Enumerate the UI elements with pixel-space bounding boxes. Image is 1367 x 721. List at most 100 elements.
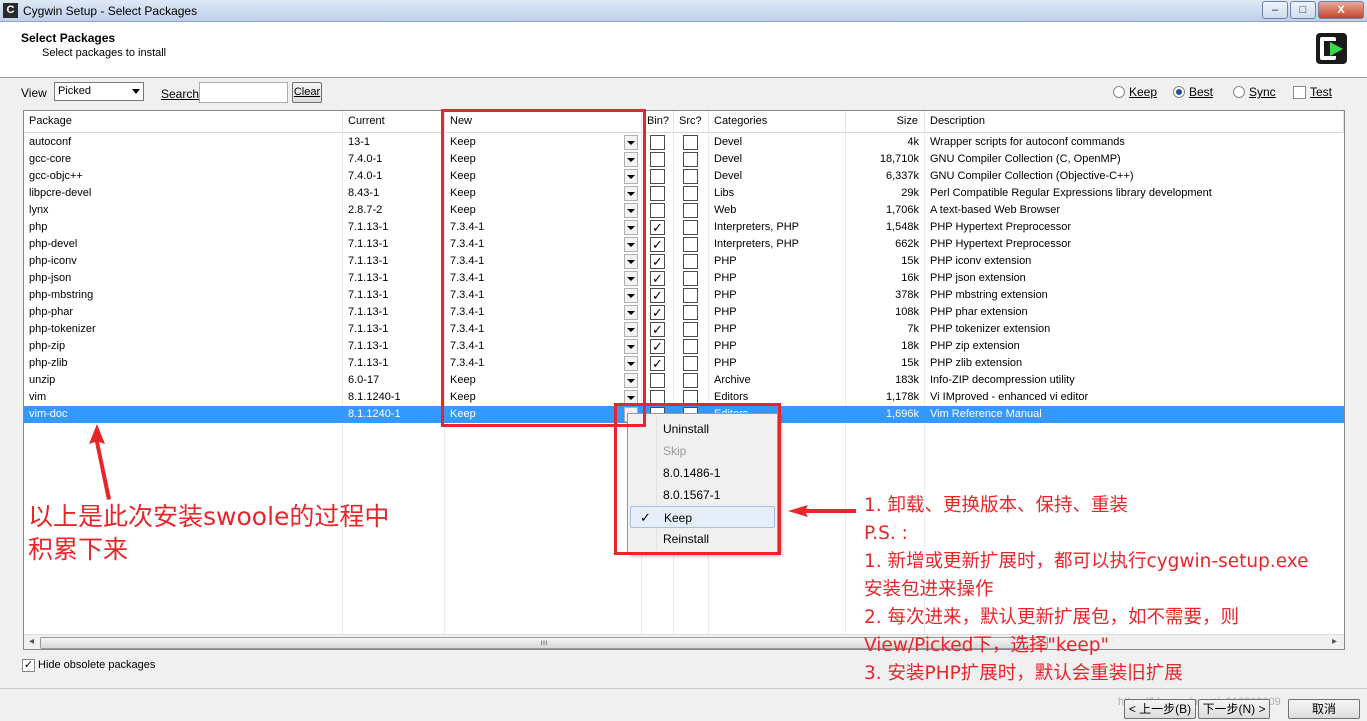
cell-current: 7.1.13-1: [348, 340, 389, 352]
cell-categories: Interpreters, PHP: [714, 238, 799, 250]
bin-checkbox[interactable]: ✓: [650, 220, 665, 235]
cell-size: 662k: [895, 238, 919, 250]
src-checkbox[interactable]: [683, 169, 698, 184]
src-checkbox[interactable]: [683, 288, 698, 303]
back-button[interactable]: < 上一步(B): [1124, 699, 1196, 719]
bin-checkbox[interactable]: ✓: [650, 271, 665, 286]
table-row[interactable]: php-zip 7.1.13-1 7.3.4-1 PHP 18k PHP zip exte…: [24, 338, 1344, 355]
bin-checkbox[interactable]: ✓: [650, 356, 665, 371]
src-checkbox[interactable]: [683, 152, 698, 167]
sync-radio-label: Sync: [1249, 85, 1276, 99]
cell-categories: Web: [714, 204, 737, 216]
cell-package: php-phar: [29, 306, 74, 318]
cell-description: PHP mbstring extension: [930, 289, 1048, 301]
table-row[interactable]: php-iconv 7.1.13-1 7.3.4-1 PHP 15k PHP iconv …: [24, 253, 1344, 270]
src-checkbox[interactable]: [683, 203, 698, 218]
column-header-size[interactable]: Size: [846, 111, 925, 133]
scroll-left-icon[interactable]: ◂: [29, 636, 34, 647]
src-checkbox[interactable]: [683, 339, 698, 354]
src-checkbox[interactable]: [683, 322, 698, 337]
src-checkbox[interactable]: [683, 135, 698, 150]
table-row[interactable]: gcc-objc++ 7.4.0-1 Keep Devel 6,337k GNU Comp…: [24, 168, 1344, 185]
minimize-button[interactable]: –: [1262, 1, 1288, 19]
src-checkbox[interactable]: [683, 254, 698, 269]
src-checkbox[interactable]: [683, 237, 698, 252]
right-annotation-line: 3. 安装PHP扩展时，默认会重装旧扩展: [864, 663, 1183, 684]
table-row[interactable]: php-phar 7.1.13-1 7.3.4-1 PHP 108k PHP phar e…: [24, 304, 1344, 321]
next-button[interactable]: 下一步(N) >: [1198, 699, 1270, 719]
bin-checkbox[interactable]: [650, 135, 665, 150]
clear-button[interactable]: Clear: [292, 82, 322, 103]
cell-package: lynx: [29, 204, 49, 216]
cell-current: 7.1.13-1: [348, 306, 389, 318]
table-row[interactable]: unzip 6.0-17 Keep Archive 183k Info-ZIP decom…: [24, 372, 1344, 389]
best-radio[interactable]: [1173, 86, 1185, 98]
table-row[interactable]: php-devel 7.1.13-1 7.3.4-1 Interpreters, PH…: [24, 236, 1344, 253]
column-header-src[interactable]: Src?: [674, 111, 709, 133]
close-button[interactable]: X: [1318, 1, 1364, 19]
maximize-button[interactable]: □: [1290, 1, 1316, 19]
bin-checkbox[interactable]: ✓: [650, 237, 665, 252]
bin-checkbox[interactable]: [650, 169, 665, 184]
cell-categories: PHP: [714, 272, 737, 284]
column-header-description[interactable]: Description: [925, 111, 1344, 133]
cell-description: Vi IMproved - enhanced vi editor: [930, 391, 1089, 403]
best-radio-label: Best: [1189, 85, 1214, 99]
cygwin-logo-icon: [1316, 33, 1347, 64]
bin-checkbox[interactable]: [650, 152, 665, 167]
cell-size: 29k: [901, 187, 919, 199]
view-select[interactable]: Picked: [54, 82, 144, 101]
keep-radio[interactable]: [1113, 86, 1125, 98]
column-header-current[interactable]: Current: [343, 111, 445, 133]
test-checkbox[interactable]: [1293, 86, 1306, 99]
column-header-package[interactable]: Package: [24, 111, 343, 133]
table-row[interactable]: php 7.1.13-1 7.3.4-1 Interpreters, PHP 1,548…: [24, 219, 1344, 236]
cell-current: 7.1.13-1: [348, 357, 389, 369]
src-checkbox[interactable]: [683, 186, 698, 201]
column-header-bin[interactable]: Bin?: [642, 111, 674, 133]
table-row[interactable]: php-json 7.1.13-1 7.3.4-1 PHP 16k PHP json ex…: [24, 270, 1344, 287]
table-row[interactable]: gcc-core 7.4.0-1 Keep Devel 18,710k GNU Compi…: [24, 151, 1344, 168]
cell-package: libpcre-devel: [29, 187, 92, 199]
bin-checkbox[interactable]: ✓: [650, 305, 665, 320]
bin-checkbox[interactable]: [650, 203, 665, 218]
cell-categories: PHP: [714, 357, 737, 369]
src-checkbox[interactable]: [683, 305, 698, 320]
window-title: Cygwin Setup - Select Packages: [23, 4, 198, 18]
src-checkbox[interactable]: [683, 271, 698, 286]
left-annotation: 以上是此次安装swoole的过程中 积累下来: [28, 500, 389, 566]
column-header-categories[interactable]: Categories: [709, 111, 846, 133]
src-checkbox[interactable]: [683, 373, 698, 388]
right-annotation-line: 1. 新增或更新扩展时，都可以执行cygwin-setup.exe: [864, 551, 1309, 572]
cell-categories: PHP: [714, 255, 737, 267]
cell-package: vim: [29, 391, 47, 403]
hide-obsolete-checkbox[interactable]: ✓: [22, 659, 35, 672]
bin-checkbox[interactable]: [650, 186, 665, 201]
cell-package: php-mbstring: [29, 289, 94, 301]
cell-current: 8.1.1240-1: [348, 408, 401, 420]
table-row[interactable]: libpcre-devel 8.43-1 Keep Libs 29k Perl Compa…: [24, 185, 1344, 202]
table-row[interactable]: php-tokenizer 7.1.13-1 7.3.4-1 PHP 7k PHP tok…: [24, 321, 1344, 338]
cell-categories: Interpreters, PHP: [714, 221, 799, 233]
cell-description: PHP tokenizer extension: [930, 323, 1051, 335]
table-row[interactable]: php-mbstring 7.1.13-1 7.3.4-1 PHP 378k PHP mb…: [24, 287, 1344, 304]
search-input[interactable]: [199, 82, 288, 103]
bin-checkbox[interactable]: ✓: [650, 339, 665, 354]
keep-radio-label: Keep: [1129, 85, 1158, 99]
bin-checkbox[interactable]: ✓: [650, 322, 665, 337]
src-checkbox[interactable]: [683, 356, 698, 371]
table-row[interactable]: autoconf 13-1 Keep Devel 4k Wrapper scripts f…: [24, 134, 1344, 151]
sync-radio[interactable]: [1233, 86, 1245, 98]
bin-checkbox[interactable]: ✓: [650, 288, 665, 303]
table-row[interactable]: php-zlib 7.1.13-1 7.3.4-1 PHP 15k PHP zlib ex…: [24, 355, 1344, 372]
cell-package: autoconf: [29, 136, 72, 148]
cell-package: gcc-objc++: [29, 170, 83, 182]
cell-current: 6.0-17: [348, 374, 380, 386]
table-row[interactable]: lynx 2.8.7-2 Keep Web 1,706k A text-based Web…: [24, 202, 1344, 219]
cancel-button[interactable]: 取消: [1288, 699, 1360, 719]
hide-obsolete-label: Hide obsolete packages: [38, 659, 156, 671]
left-annotation-line2: 积累下来: [28, 535, 129, 564]
bin-checkbox[interactable]: ✓: [650, 254, 665, 269]
src-checkbox[interactable]: [683, 220, 698, 235]
bin-checkbox[interactable]: [650, 373, 665, 388]
